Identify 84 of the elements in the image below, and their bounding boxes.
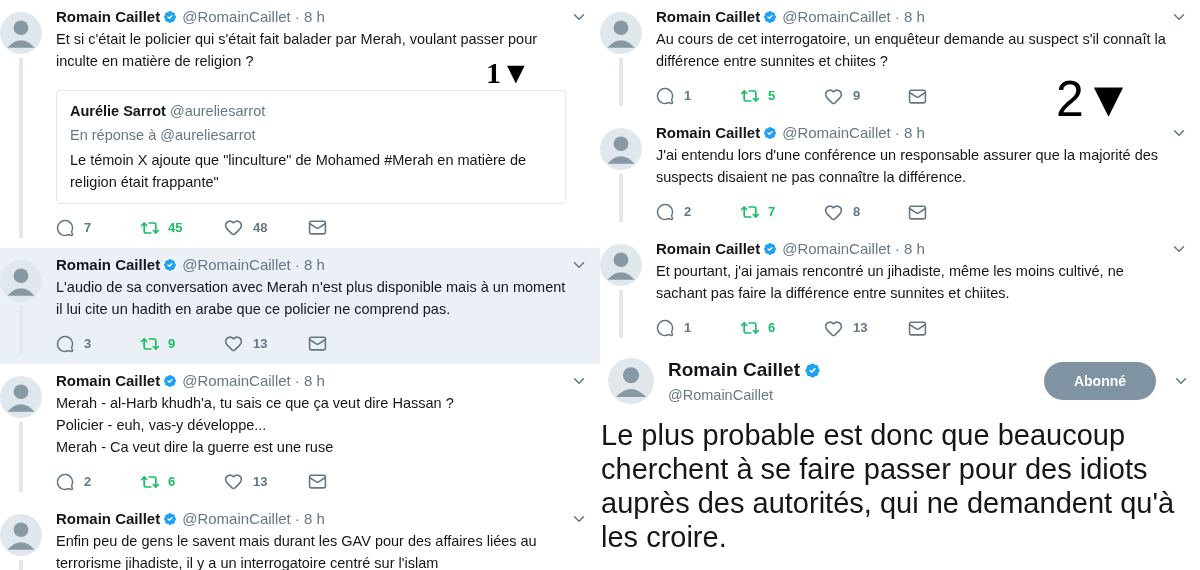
author-handle[interactable]: @RomainCaillet bbox=[782, 121, 891, 145]
tweet-text: J'ai entendu lors d'une conférence un responsable assurer que la majorité des suspects disaient ne pas connaître la différence. bbox=[656, 146, 1160, 187]
avatar bbox=[0, 375, 42, 418]
author-handle[interactable]: @RomainCaillet bbox=[182, 253, 291, 276]
message-icon[interactable] bbox=[908, 202, 927, 222]
tweet-time[interactable]: · 8 h bbox=[894, 237, 925, 261]
tweet-time[interactable]: · 8 h bbox=[294, 369, 325, 392]
reply-context: En réponse à @aureliesarrot bbox=[70, 125, 257, 145]
tweet-time[interactable]: · 8 h bbox=[294, 507, 325, 530]
like-button[interactable]: 13 bbox=[224, 472, 308, 492]
author-handle[interactable]: @RomainCaillet bbox=[782, 237, 891, 261]
reply-icon bbox=[656, 319, 674, 337]
author-name[interactable]: Romain Caillet bbox=[56, 253, 161, 276]
avatar bbox=[0, 12, 42, 54]
like-button[interactable]: 9 bbox=[824, 86, 908, 106]
tweet-text: Enfin peu de gens le savent mais durant les GAV pour des affaires liées au terrorisme jihadiste, il y a un interrogatoire centré sur l'islam bbox=[56, 531, 538, 570]
author-name[interactable]: Romain Caillet bbox=[56, 507, 161, 530]
tweet-text: Le plus probable est donc que beaucoup cherchent à se faire passer pour des idiots auprès des autorités, qui ne demandent qu'à les croire. bbox=[601, 418, 1176, 555]
avatar bbox=[600, 128, 642, 170]
message-icon[interactable] bbox=[908, 318, 927, 338]
author-name[interactable]: Romain Caillet bbox=[56, 5, 161, 29]
author-name[interactable]: Romain Caillet bbox=[656, 237, 761, 261]
reply-button[interactable]: 1 bbox=[656, 86, 740, 106]
verified-icon bbox=[162, 510, 179, 527]
avatar bbox=[608, 358, 654, 405]
tweet-text: L'audio de sa conversation avec Merah n'est plus disponible mais à un moment il lui cite un hadith en arabe que ce policier ne comprend pas. bbox=[56, 277, 566, 319]
heart-icon bbox=[224, 218, 243, 238]
message-icon[interactable] bbox=[308, 334, 327, 354]
verified-icon bbox=[762, 241, 779, 257]
message-icon[interactable] bbox=[308, 472, 327, 492]
retweet-button[interactable]: 45 bbox=[140, 217, 224, 238]
reply-icon bbox=[656, 203, 674, 221]
like-button[interactable]: 13 bbox=[224, 334, 308, 354]
author-handle[interactable]: @RomainCaillet bbox=[182, 5, 291, 29]
author-handle[interactable]: @RomainCaillet bbox=[782, 5, 891, 29]
quoted-text: Le témoin X ajoute que "linculture" de Mohamed #Merah en matière de religion était frappante" bbox=[70, 150, 528, 192]
author-handle: @aureliesarrot bbox=[169, 102, 266, 121]
verified-icon bbox=[762, 9, 779, 25]
tweet-text: Au cours de cet interrogatoire, un enquêteur demande au suspect s'il connaît la différence entre sunnites et chiites ? bbox=[656, 30, 1166, 71]
tweet-text: Merah - Ca veut dire la guerre est une ruse bbox=[56, 437, 335, 457]
verified-icon bbox=[803, 360, 822, 380]
quoted-tweet[interactable]: Aurélie Sarrot @aureliesarrot En réponse à @aureliesarrot Le témoin X ajoute que "linculture" de Mohamed #Merah en matière de religion était frappante" bbox=[56, 90, 566, 204]
follow-button[interactable]: Abonné bbox=[1044, 362, 1156, 401]
heart-icon bbox=[824, 318, 843, 338]
author-handle[interactable]: @RomainCaillet bbox=[182, 507, 291, 530]
message-icon[interactable] bbox=[308, 218, 327, 238]
heart-icon bbox=[824, 202, 843, 222]
tweet-text: Policier - euh, vas-y développe... bbox=[56, 415, 268, 435]
reply-icon bbox=[56, 472, 74, 491]
reply-button[interactable]: 3 bbox=[56, 334, 140, 354]
author-name[interactable]: Romain Caillet bbox=[668, 356, 800, 385]
avatar bbox=[600, 12, 642, 54]
reply-icon bbox=[656, 87, 674, 105]
author-name: Aurélie Sarrot bbox=[70, 102, 166, 121]
author-name[interactable]: Romain Caillet bbox=[656, 5, 761, 29]
verified-icon bbox=[162, 372, 179, 389]
tweet-time[interactable]: · 8 h bbox=[294, 253, 325, 276]
like-button[interactable]: 13 bbox=[824, 318, 908, 338]
heart-icon bbox=[224, 472, 243, 492]
like-button[interactable]: 8 bbox=[824, 202, 908, 222]
reply-button[interactable]: 1 bbox=[656, 318, 740, 338]
verified-icon bbox=[162, 256, 179, 273]
verified-icon bbox=[162, 9, 179, 25]
annotation-label: 2▼ bbox=[1056, 74, 1134, 124]
verified-icon bbox=[762, 125, 779, 141]
reply-icon bbox=[56, 334, 74, 353]
heart-icon bbox=[824, 86, 843, 106]
author-name[interactable]: Romain Caillet bbox=[56, 369, 161, 392]
reply-icon bbox=[56, 218, 74, 237]
tweet-text: Merah - al-Harb khudh'a, tu sais ce que ça veut dire Hassan ? bbox=[56, 393, 455, 413]
message-icon[interactable] bbox=[908, 86, 927, 106]
tweet-time[interactable]: · 8 h bbox=[294, 5, 325, 29]
heart-icon bbox=[224, 334, 243, 354]
tweet-time[interactable]: · 8 h bbox=[894, 121, 925, 145]
tweet-text: Et pourtant, j'ai jamais rencontré un jihadiste, même les moins cultivé, ne sachant pas faire la différence entre sunnites et chiites. bbox=[656, 262, 1125, 303]
reply-button[interactable]: 7 bbox=[56, 218, 140, 238]
tweet-time[interactable]: · 8 h bbox=[894, 5, 925, 29]
author-name[interactable]: Romain Caillet bbox=[656, 121, 761, 145]
author-handle[interactable]: @RomainCaillet bbox=[668, 384, 822, 407]
reply-button[interactable]: 2 bbox=[56, 472, 140, 492]
like-button[interactable]: 48 bbox=[224, 218, 308, 238]
reply-button[interactable]: 2 bbox=[656, 202, 740, 222]
author-handle[interactable]: @RomainCaillet bbox=[182, 369, 291, 392]
avatar bbox=[0, 513, 42, 556]
